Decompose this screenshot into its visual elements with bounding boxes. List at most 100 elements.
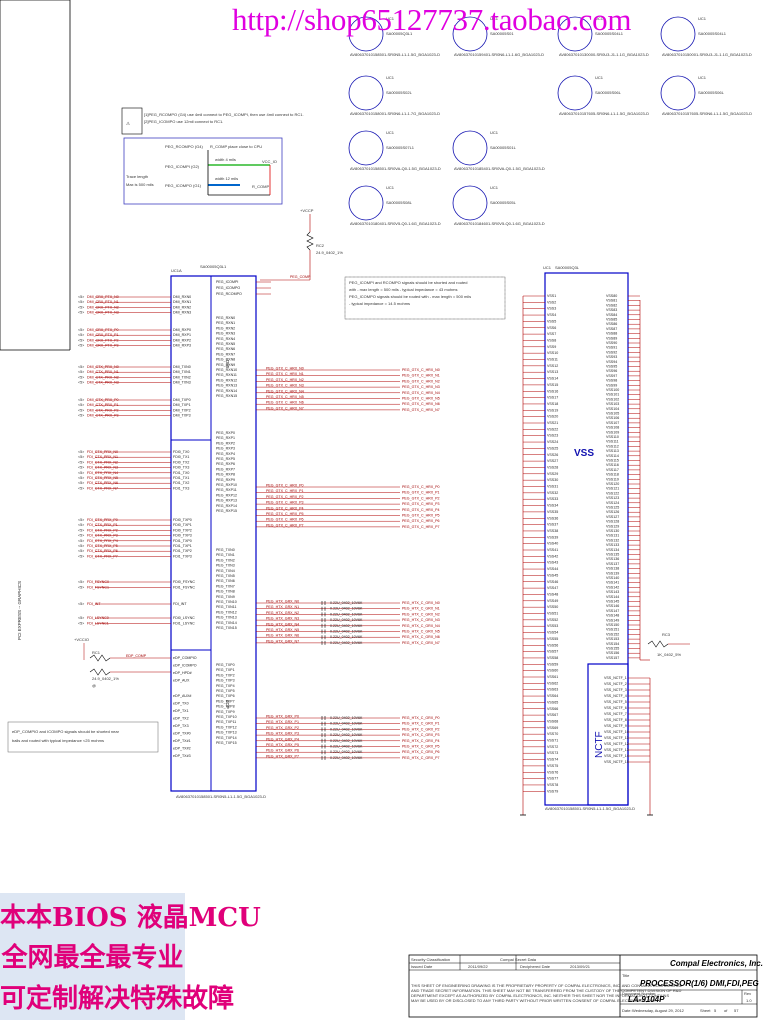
peg-rx-p-pin: PEG_RXP6 — [216, 462, 235, 466]
peg-end-net: PEG_GTX_C_HRX_P7 — [402, 525, 440, 529]
vss-left-pin: VSS3 — [547, 307, 556, 311]
peg-end-net: PEG_HTX_C_GRX_N2 — [402, 612, 440, 616]
vss-right-pin: VSS117 — [606, 468, 619, 472]
peg-end-net: PEG_HTX_C_GRX_N1 — [402, 607, 440, 611]
nctf-pin: VSS_NCTF_12 — [604, 742, 629, 746]
peg-end-net: PEG_GTX_C_HRX_N4 — [402, 391, 440, 395]
date-label: Date: — [622, 1008, 632, 1013]
nctf-pin: VSS_NCTF_2 — [604, 682, 627, 686]
vss-right-pin: VSS156 — [606, 651, 619, 655]
vss-right-pin: VSS157 — [606, 656, 619, 660]
vss-left-pin: VSS34 — [547, 504, 558, 508]
vss-left-pin: VSS26 — [547, 453, 558, 457]
net-offpage: <5> — [78, 403, 84, 407]
cpu-option-ref: UC1 — [386, 185, 395, 190]
cpu-option-circle — [660, 16, 696, 52]
peg-end-net: PEG_GTX_C_HRX_N0 — [402, 368, 440, 372]
net-offpage: <5> — [78, 523, 84, 527]
net-offpage: <5> — [78, 450, 84, 454]
left-net: FDI_CTX_PRX_P2 — [87, 528, 118, 532]
left-pin: FDI1_TXP1 — [173, 544, 192, 548]
peg-end-net: PEG_GTX_C_HRX_N7 — [402, 408, 440, 412]
vss-right-pin: VSS85 — [606, 318, 617, 322]
vss-right-pin: VSS92 — [606, 350, 617, 354]
vss-left-pin: VSS71 — [547, 739, 558, 743]
vss-left-pin: VSS43 — [547, 561, 558, 565]
nctf-pin: VSS_NCTF_9 — [604, 724, 627, 728]
peg-rx-n-pin: PEG_RXN9 — [216, 363, 235, 367]
vss-right-pin: VSS104 — [606, 407, 619, 411]
vss-left-pin: VSS61 — [547, 675, 558, 679]
vss-right-pin: VSS124 — [606, 501, 619, 505]
cpu-option-circle — [348, 75, 384, 111]
peg-end-net: PEG_HTX_C_GRX_P7 — [402, 756, 440, 760]
vss-right-pin: VSS114 — [606, 454, 619, 458]
peg-net: PEG_GTX_C_HRX_N1 — [266, 372, 304, 376]
cap-value: 0.22U_0402_10V6K — [330, 618, 363, 622]
vss-right-pin: VSS127 — [606, 515, 619, 519]
vss-right-pin: VSS113 — [606, 449, 619, 453]
left-pin: FDI_INT — [173, 602, 187, 606]
title-label: Title — [622, 973, 630, 978]
edp-pin: eDP_AUX — [173, 679, 190, 683]
left-net: FDI_CTX_PRX_P4 — [87, 539, 118, 543]
edp-pin: eDP_TX2 — [173, 717, 189, 721]
vss-right-pin: VSS154 — [606, 642, 619, 646]
net-offpage: <5> — [78, 580, 84, 584]
cap-value: 0.22U_0402_10V6K — [330, 716, 363, 720]
cap-value: 0.22U_0402_10V6K — [330, 641, 363, 645]
vss-left-pin: VSS7 — [547, 332, 556, 336]
left-pin: DMI_RXP0 — [173, 328, 191, 332]
cpu-option-part: AV80637010157605-SR0N6-L1-1.5G_BGA1023-D — [662, 111, 752, 116]
vss-right-pin: VSS147 — [606, 609, 619, 613]
peg-end-net: PEG_GTX_C_HRX_P3 — [402, 502, 440, 506]
comp-vcc-io: VCC_IO — [262, 159, 277, 164]
vss-left-pin: VSS41 — [547, 548, 558, 552]
vss-right-pin: VSS137 — [606, 562, 619, 566]
vss-left-pin: VSS42 — [547, 554, 558, 558]
net-offpage: <5> — [78, 414, 84, 418]
edp-pin: eDP_TX0 — [173, 702, 189, 706]
peg-tx-p-pin: PEG_TXP15 — [216, 741, 237, 745]
left-pin: DMI_TXP1 — [173, 403, 191, 407]
left-pin: FDI1_TXP2 — [173, 549, 192, 553]
peg-tx-p-pin: PEG_TXP14 — [216, 736, 237, 740]
vss-right-pin: VSS103 — [606, 402, 619, 406]
cpu-option-part: AV80637010130000-SR0U3-J1-1.1G_BGA1023-D — [559, 52, 649, 57]
rc2-value: 24.9_0402_1% — [316, 250, 343, 255]
vss-left-pin: VSS23 — [547, 434, 558, 438]
vss-right-pin: VSS149 — [606, 618, 619, 622]
routing-note-2: with - max length = 500 mils - typical i… — [349, 287, 458, 292]
left-net: FDI_CTX_PRX_P3 — [87, 534, 118, 538]
edp-pin: eDP_HPD# — [173, 671, 192, 675]
promo-line-2: 全网最全最专业 — [1, 943, 184, 973]
vss-right-pin: VSS111 — [606, 440, 619, 444]
date-value: Wednesday, August 29, 2012 — [632, 1008, 685, 1013]
left-net: DMI_CTX_PRX_N0 — [87, 365, 119, 369]
vss-left-pin: VSS48 — [547, 592, 558, 596]
left-net: FDI_CTX_PRX_P1 — [87, 523, 118, 527]
peg-tx-n-pin: PEG_TXN1 — [216, 553, 235, 557]
peg-tx-n-pin: PEG_TXN9 — [216, 595, 235, 599]
peg-net: PEG_GTX_C_HRX_N3 — [266, 384, 304, 388]
edp-pin: eDP_TX#0 — [173, 732, 191, 736]
net-offpage: <5> — [78, 375, 84, 379]
vss-left-pin: VSS9 — [547, 345, 556, 349]
peg-end-net: PEG_GTX_C_HRX_P2 — [402, 496, 440, 500]
left-pin: FDI1_TX3 — [173, 486, 189, 490]
nctf-pin: VSS_NCTF_15 — [604, 760, 629, 764]
peg-net: PEG_HTX_GRX_P1 — [266, 720, 299, 724]
sheet-number: 5 — [714, 1008, 717, 1013]
cap-value: 0.22U_0402_10V6K — [330, 624, 363, 628]
peg-tx-p-pin: PEG_TXP7 — [216, 699, 235, 703]
vss-left-pin: VSS51 — [547, 612, 558, 616]
issued-label: Issued Date — [411, 964, 433, 969]
vss-right-pin: VSS88 — [606, 332, 617, 336]
peg-rx-p-pin: PEG_RXP13 — [216, 499, 237, 503]
vss-left-pin: VSS12 — [547, 364, 558, 368]
doc-number: LA-9104P — [628, 995, 665, 1004]
left-net: DMI_CTX_PRX_N3 — [87, 381, 119, 385]
vss-right-pin: VSS110 — [606, 435, 619, 439]
edp-pin: eDP_AUX# — [173, 694, 191, 698]
peg-end-net: PEG_HTX_C_GRX_P1 — [402, 722, 440, 726]
